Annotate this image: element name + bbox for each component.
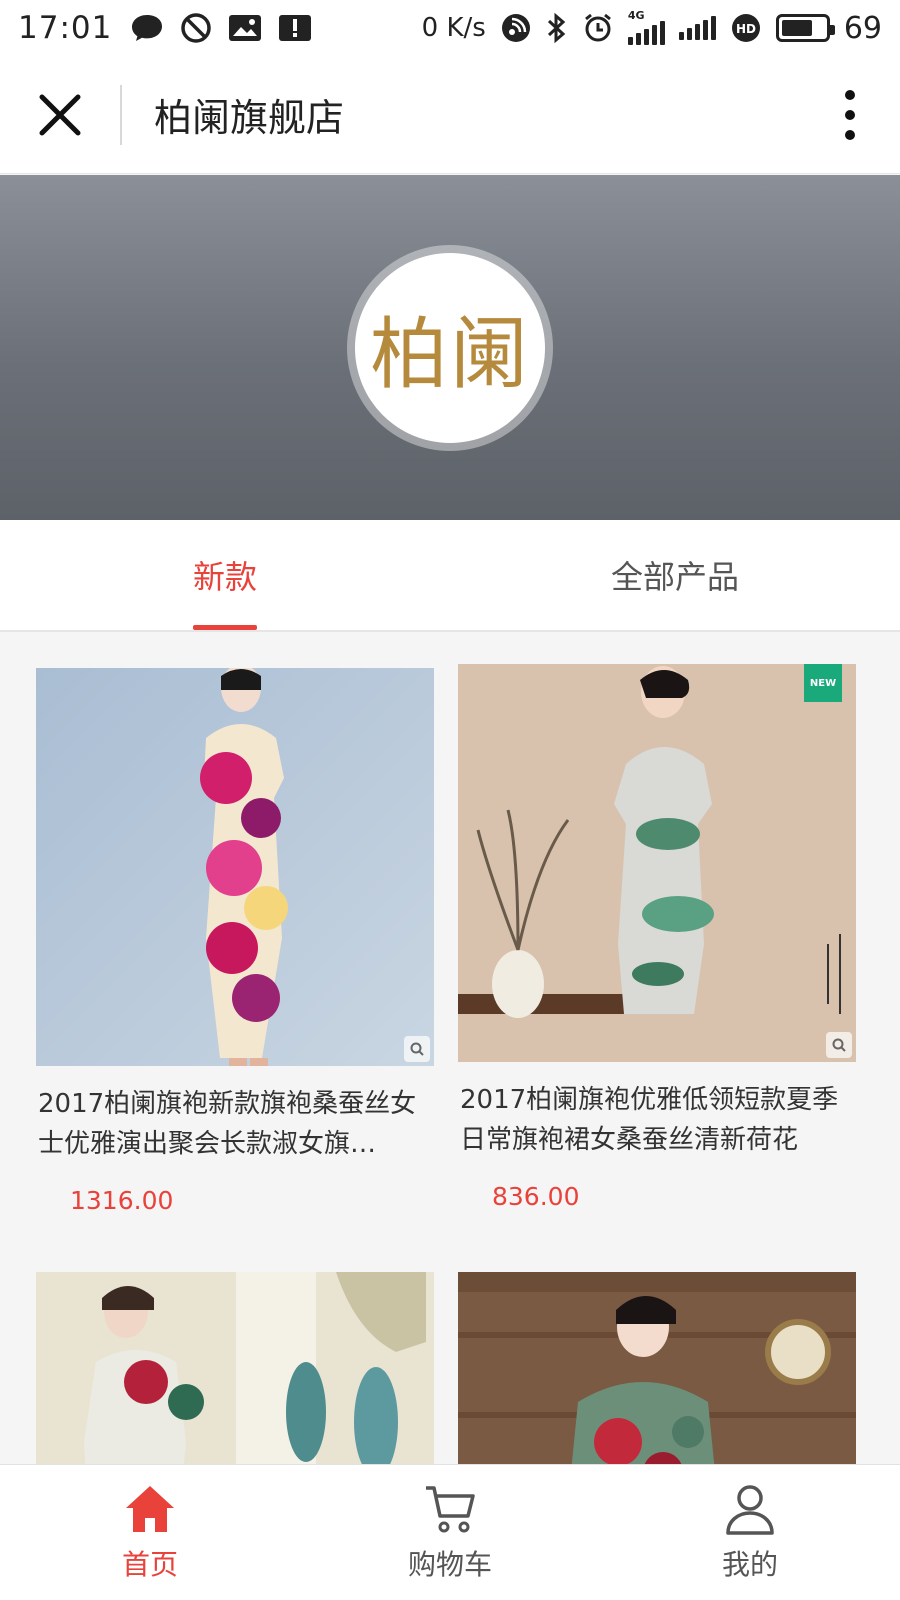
user-icon: [726, 1484, 774, 1535]
nav-home-label: 首页: [121, 1547, 178, 1581]
new-badge: NEW: [804, 664, 842, 702]
product-price: 1316.00: [70, 1186, 174, 1215]
cart-icon: [426, 1485, 475, 1532]
status-bar: 17:01 0 K/s 4G HD 69: [0, 0, 900, 56]
product-image[interactable]: [36, 668, 434, 1066]
product-title[interactable]: 2017柏阑旗袍新款旗袍桑蚕丝女士优雅演出聚会长款淑女旗…: [36, 1084, 434, 1164]
bluetooth-icon: [546, 12, 568, 44]
hotspot-icon: [500, 12, 532, 44]
zoom-button[interactable]: [826, 1032, 852, 1058]
bottom-nav: 首页 购物车 我的: [0, 1464, 900, 1600]
page-title: 柏阑旗舰店: [154, 96, 345, 140]
signal-icon: [678, 16, 716, 40]
product-image[interactable]: [458, 1272, 856, 1464]
close-button[interactable]: [0, 56, 120, 174]
tab-bar: 新款 全部产品: [0, 520, 900, 632]
nav-profile-label: 我的: [721, 1547, 778, 1581]
product-image[interactable]: NEW: [458, 664, 856, 1062]
dnd-icon: [180, 12, 212, 44]
product-photo-qipao-peony: [36, 1272, 434, 1464]
nav-home[interactable]: 首页: [0, 1465, 300, 1600]
signal-4g-icon: 4G: [627, 9, 665, 45]
product-price: 836.00: [492, 1182, 580, 1211]
product-photo-qipao-pink: [36, 668, 434, 1066]
product-card[interactable]: [458, 1272, 856, 1464]
battery-icon: [775, 14, 835, 42]
product-card[interactable]: [36, 1272, 434, 1464]
magnifier-icon: [832, 1038, 846, 1052]
store-banner: 柏阑: [0, 175, 900, 520]
message-icon: [130, 13, 164, 43]
image-notification-icon: [228, 14, 262, 42]
store-logo[interactable]: 柏阑: [347, 244, 553, 451]
title-bar: 柏阑旗舰店: [0, 56, 900, 174]
product-title[interactable]: 2017柏阑旗袍优雅低领短款夏季日常旗袍裙女桑蚕丝清新荷花: [458, 1080, 856, 1160]
alarm-icon: [582, 12, 614, 44]
nav-profile[interactable]: 我的: [600, 1465, 900, 1600]
status-right: 0 K/s 4G HD 69: [421, 9, 882, 46]
product-image[interactable]: [36, 1272, 434, 1464]
hd-icon: HD: [730, 12, 762, 44]
store-logo-circle: 柏阑: [355, 252, 545, 443]
title-divider: [120, 84, 122, 145]
battery-level: 69: [843, 10, 882, 46]
close-icon: [39, 94, 81, 135]
status-time: 17:01: [18, 10, 113, 46]
network-type: 4G: [627, 9, 645, 22]
product-photo-qipao-grey: [458, 664, 856, 1062]
product-card[interactable]: 2017柏阑旗袍新款旗袍桑蚕丝女士优雅演出聚会长款淑女旗… 1316.00: [36, 668, 434, 1215]
product-card[interactable]: NEW 2017柏阑旗袍优雅低领短款夏季日常旗袍裙女桑蚕丝清新荷花 836.00: [458, 664, 856, 1211]
product-photo-qipao-floral: [458, 1272, 856, 1464]
tab-all-products[interactable]: 全部产品: [450, 520, 900, 630]
home-icon: [126, 1485, 174, 1532]
more-button[interactable]: [800, 56, 900, 174]
net-speed: 0 K/s: [421, 13, 486, 43]
zoom-button[interactable]: [404, 1036, 430, 1062]
nav-cart[interactable]: 购物车: [300, 1465, 600, 1600]
tab-new-arrivals[interactable]: 新款: [0, 520, 450, 630]
svg-text:HD: HD: [736, 22, 756, 36]
screen: 17:01 0 K/s 4G HD 69 柏阑旗舰店 柏阑 新款 全部产品 20…: [0, 0, 900, 1600]
nav-cart-label: 购物车: [407, 1547, 492, 1581]
notification-icons: [130, 12, 312, 44]
magnifier-icon: [410, 1042, 424, 1056]
more-vertical-icon: [845, 89, 855, 140]
alert-icon: [278, 14, 312, 42]
product-grid: 2017柏阑旗袍新款旗袍桑蚕丝女士优雅演出聚会长款淑女旗… 1316.00 NE…: [0, 634, 900, 1464]
store-logo-text: 柏阑: [369, 309, 530, 400]
